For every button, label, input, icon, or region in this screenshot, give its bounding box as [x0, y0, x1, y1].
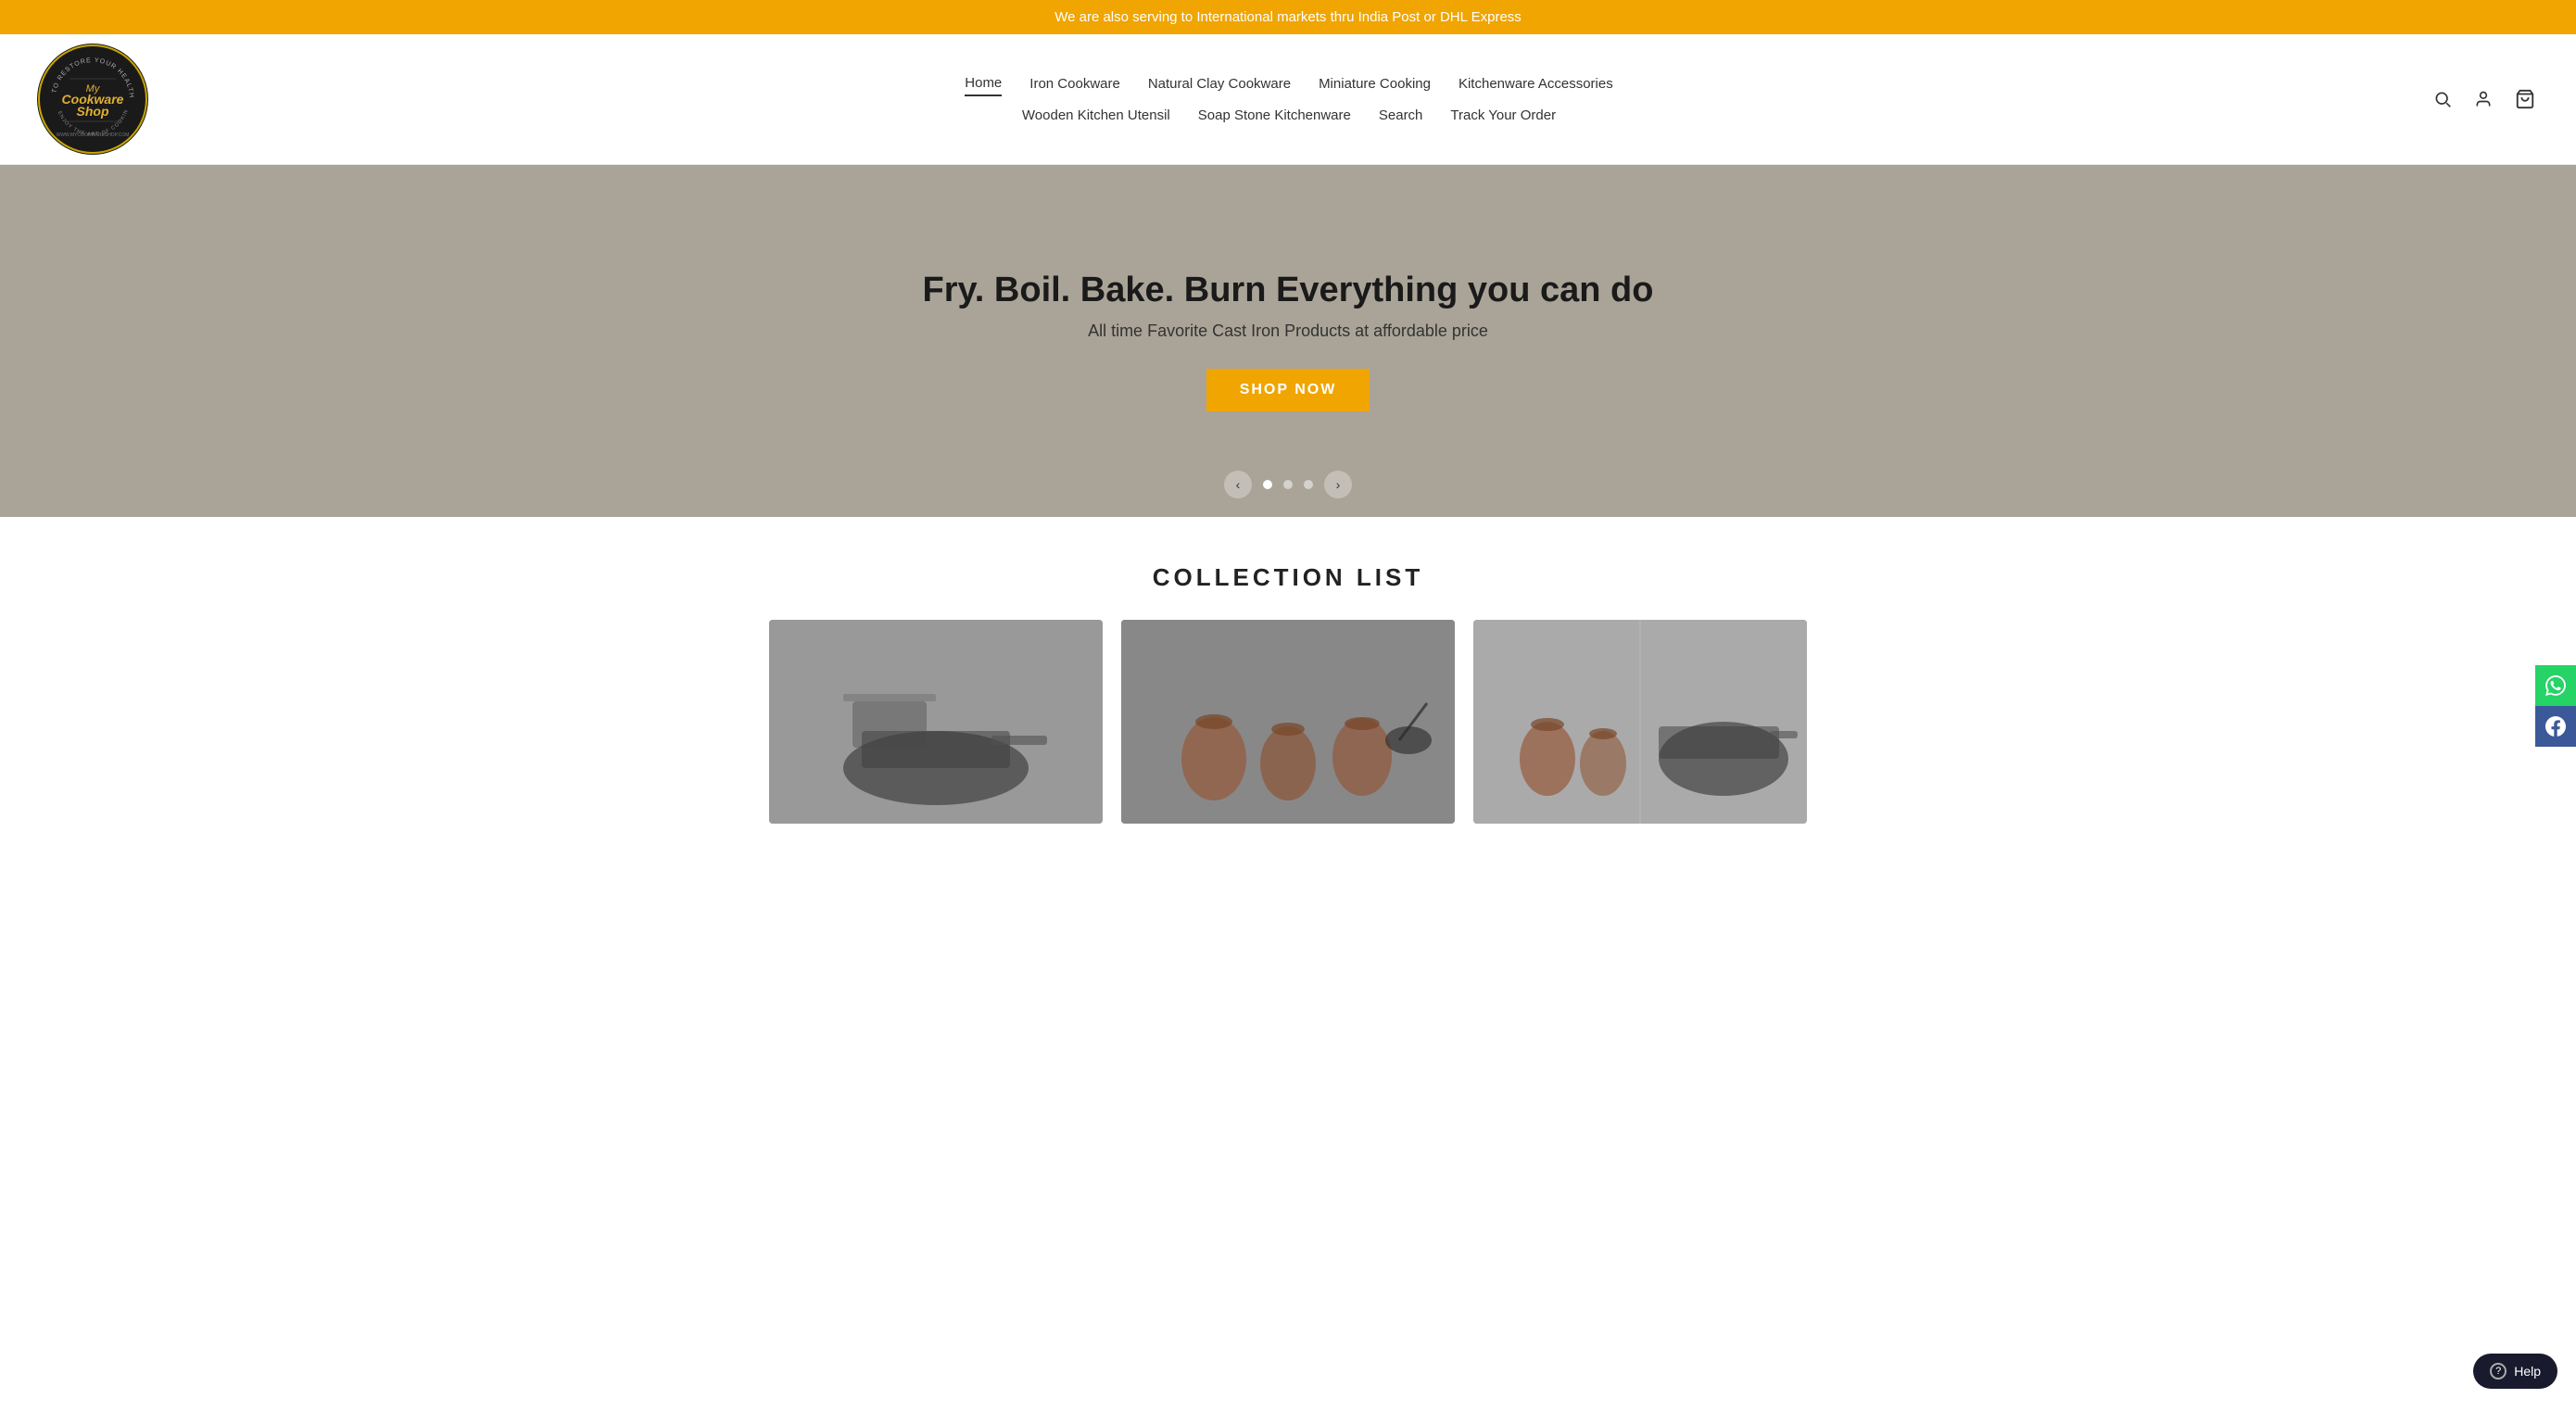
collection-card-img-2 — [1121, 620, 1455, 824]
collection-card-iron[interactable] — [769, 620, 1103, 824]
facebook-button[interactable] — [2535, 706, 2576, 747]
iron-cookware-illustration — [769, 620, 1103, 824]
whatsapp-icon — [2545, 675, 2566, 696]
slider-prev-button[interactable]: ‹ — [1224, 471, 1252, 498]
clay-cookware-illustration — [1121, 620, 1455, 824]
account-icon — [2474, 90, 2493, 108]
social-side-panel — [2535, 665, 2576, 747]
nav-kitchenware[interactable]: Kitchenware Accessories — [1458, 72, 1613, 95]
collection-card-img-3 — [1473, 620, 1807, 824]
accessories-illustration — [1473, 620, 1807, 824]
search-icon — [2433, 90, 2452, 108]
main-nav: Home Iron Cookware Natural Clay Cookware… — [148, 71, 2430, 127]
nav-row-2: Wooden Kitchen Utensil Soap Stone Kitche… — [1022, 104, 1556, 127]
logo-area[interactable]: TO RESTORE YOUR HEALTH My Cookware Shop … — [37, 44, 148, 155]
facebook-icon — [2545, 716, 2566, 737]
svg-text:Shop: Shop — [77, 104, 109, 119]
collection-section: COLLECTION LIST — [0, 517, 2576, 851]
nav-search[interactable]: Search — [1379, 104, 1423, 127]
collection-grid — [37, 620, 2539, 824]
nav-miniature[interactable]: Miniature Cooking — [1319, 72, 1431, 95]
announcement-text: We are also serving to International mar… — [1054, 9, 1522, 25]
nav-soap-stone[interactable]: Soap Stone Kitchenware — [1198, 104, 1351, 127]
search-button[interactable] — [2430, 86, 2456, 112]
nav-wooden[interactable]: Wooden Kitchen Utensil — [1022, 104, 1170, 127]
collection-card-accessories[interactable] — [1473, 620, 1807, 824]
slider-dot-2[interactable] — [1283, 480, 1293, 489]
account-button[interactable] — [2470, 86, 2496, 112]
nav-track-order[interactable]: Track Your Order — [1450, 104, 1556, 127]
help-icon: ? — [2490, 1363, 2507, 1380]
hero-subtitle: All time Favorite Cast Iron Products at … — [922, 321, 1653, 341]
svg-text:WWW.MYCOOKWARESHOP.COM: WWW.MYCOOKWARESHOP.COM — [57, 132, 130, 138]
nav-row-1: Home Iron Cookware Natural Clay Cookware… — [965, 71, 1612, 96]
whatsapp-button[interactable] — [2535, 665, 2576, 706]
cart-icon — [2515, 89, 2535, 109]
shop-now-button[interactable]: SHOP NOW — [1206, 369, 1370, 411]
hero-content: Fry. Boil. Bake. Burn Everything you can… — [922, 271, 1653, 411]
help-button[interactable]: ? Help — [2473, 1354, 2557, 1389]
slider-controls: ‹ › — [1224, 471, 1352, 498]
hero-section: Fry. Boil. Bake. Burn Everything you can… — [0, 165, 2576, 517]
collection-title: COLLECTION LIST — [37, 563, 2539, 592]
nav-iron-cookware[interactable]: Iron Cookware — [1029, 72, 1120, 95]
nav-home[interactable]: Home — [965, 71, 1002, 96]
slider-dot-1[interactable] — [1263, 480, 1272, 489]
announcement-bar: We are also serving to International mar… — [0, 0, 2576, 34]
collection-card-clay[interactable] — [1121, 620, 1455, 824]
slider-dot-3[interactable] — [1304, 480, 1313, 489]
logo[interactable]: TO RESTORE YOUR HEALTH My Cookware Shop … — [37, 44, 148, 155]
cart-button[interactable] — [2511, 85, 2539, 113]
slider-next-button[interactable]: › — [1324, 471, 1352, 498]
header-icons — [2430, 85, 2539, 113]
help-label: Help — [2514, 1364, 2541, 1379]
nav-natural-clay[interactable]: Natural Clay Cookware — [1148, 72, 1291, 95]
hero-title: Fry. Boil. Bake. Burn Everything you can… — [922, 271, 1653, 310]
collection-card-img-1 — [769, 620, 1103, 824]
logo-svg: TO RESTORE YOUR HEALTH My Cookware Shop … — [37, 44, 148, 155]
header: TO RESTORE YOUR HEALTH My Cookware Shop … — [0, 34, 2576, 165]
